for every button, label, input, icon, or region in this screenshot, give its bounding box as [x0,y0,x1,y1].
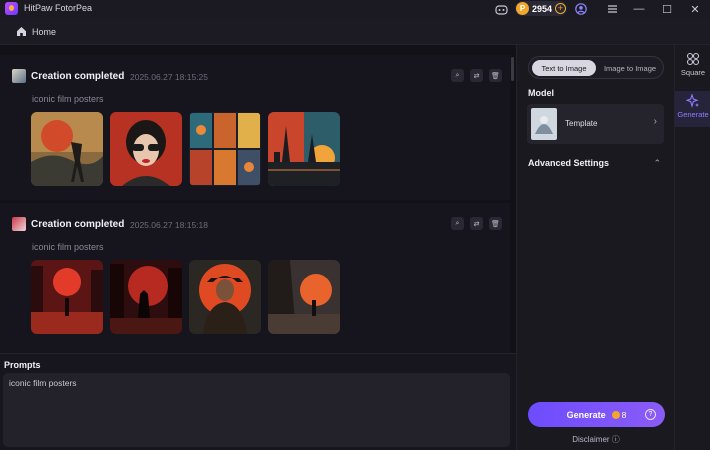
scrollbar[interactable] [511,57,514,81]
generate-cost: 8 [621,409,627,420]
advanced-settings-toggle[interactable]: Advanced Settings [528,158,609,168]
creation-feed[interactable]: Creation completed 2025.06.27 18:15:25 ⌕… [0,45,516,353]
discord-icon[interactable] [493,2,509,16]
generated-image[interactable] [110,112,182,186]
creation-card: Creation completed 2025.06.27 18:15:25 ⌕… [0,55,510,200]
help-icon[interactable]: ? [645,409,656,420]
tab-text-to-image[interactable]: Text to Image [532,60,596,76]
model-thumbnail [531,108,557,140]
creation-thumbnail [12,69,26,83]
disclaimer-link[interactable]: Disclaimer ⓘ [517,434,675,445]
coin-balance[interactable]: P 2954 + [515,1,567,16]
sidebar-item-generate[interactable]: Generate [675,91,710,127]
coin-icon [611,410,620,419]
sidebar-item-label: Square [680,68,706,77]
prompts-label: Prompts [4,360,41,370]
delete-icon[interactable]: 🗑 [489,69,502,82]
app-title: HitPaw FotorPea [24,3,93,13]
coin-count: 2954 [532,3,553,14]
generated-image[interactable] [31,112,103,186]
creation-prompt: iconic film posters [32,242,104,252]
home-icon[interactable] [16,26,27,37]
prompts-panel: Prompts [0,353,516,450]
sidebar-item-label: Generate [677,110,709,119]
generated-image[interactable] [31,260,103,334]
creation-title: Creation completed [31,219,125,230]
app-logo-icon [5,2,18,15]
creation-timestamp: 2025.06.27 18:15:25 [130,72,208,82]
tab-image-to-image[interactable]: Image to Image [598,60,662,76]
generated-image[interactable] [110,260,182,334]
sparkle-icon [686,94,699,108]
creation-card: Creation completed 2025.06.27 18:15:18 ⌕… [0,203,510,353]
chevron-right-icon: › [653,116,657,127]
zoom-icon[interactable]: ⌕ [451,69,464,82]
generated-image[interactable] [189,260,261,334]
model-label: Model [528,88,554,98]
generated-image[interactable] [189,112,261,186]
generate-button[interactable]: Generate 8 ? [528,402,665,427]
close-button[interactable]: ✕ [688,2,702,16]
menu-icon[interactable] [605,2,619,16]
delete-icon[interactable]: 🗑 [489,217,502,230]
account-icon[interactable] [574,2,588,16]
square-grid-icon [686,52,700,66]
title-bar: HitPaw FotorPea P 2954 + — ☐ ✕ [0,0,710,18]
creation-thumbnail [12,217,26,231]
regenerate-icon[interactable]: ⇄ [470,217,483,230]
model-selector[interactable]: Template › [527,104,664,144]
mode-switch: Text to Image Image to Image [528,56,664,79]
nav-bar: Home [0,18,710,45]
generated-image[interactable] [268,260,340,334]
generate-label: Generate [566,409,606,420]
generated-image[interactable] [268,112,340,186]
creation-prompt: iconic film posters [32,94,104,104]
home-link[interactable]: Home [32,27,56,37]
maximize-button[interactable]: ☐ [660,2,674,16]
creation-title: Creation completed [31,71,125,82]
chevron-up-icon[interactable]: ⌃ [653,158,661,169]
coin-icon: P [516,2,529,15]
sidebar-item-square[interactable]: Square [675,49,710,85]
minimize-button[interactable]: — [632,2,646,16]
creation-timestamp: 2025.06.27 18:15:18 [130,220,208,230]
model-name: Template [565,119,598,128]
prompt-input[interactable] [3,373,510,447]
settings-panel: Text to Image Image to Image Model Templ… [516,45,674,450]
right-sidebar: Square Generate [674,45,710,450]
regenerate-icon[interactable]: ⇄ [470,69,483,82]
zoom-icon[interactable]: ⌕ [451,217,464,230]
add-coins-button[interactable]: + [555,3,567,14]
